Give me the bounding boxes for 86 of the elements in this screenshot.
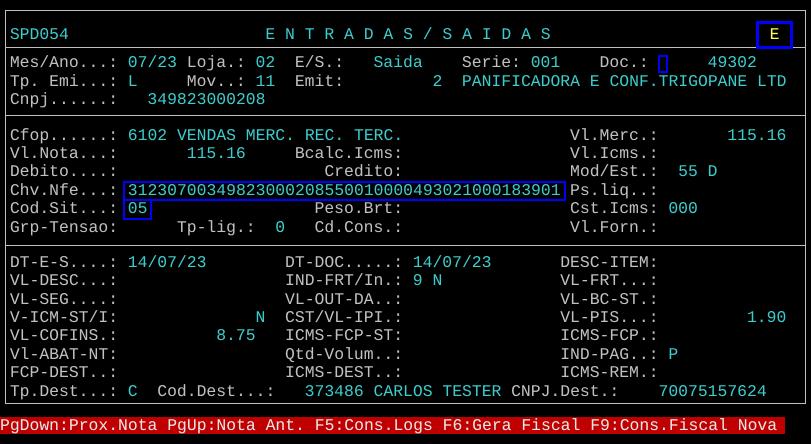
field-label: Mov..: xyxy=(186,72,246,92)
field-value: 001 xyxy=(530,54,560,73)
field-label: Chv.Nfe...: xyxy=(10,182,118,200)
key-hint: PgDown:Prox.Nota xyxy=(0,417,158,434)
field-label: ICMS-FCP.: xyxy=(560,327,659,346)
field-label: Vl-ABAT-NT: xyxy=(10,346,118,364)
field-label: Peso.Brt: xyxy=(314,200,404,219)
field-label: IND-FRT/In.: xyxy=(285,272,404,291)
field-value: 55 D xyxy=(678,163,718,182)
field-value: PANIFICADORA E CONF.TRIGOPANE LTD xyxy=(462,72,787,92)
field-value: 115.16 xyxy=(186,144,246,164)
field-value: 31230700349823000208550010000493021000183901 xyxy=(122,180,566,202)
field-value: C xyxy=(128,382,138,402)
field-value: 11 xyxy=(256,72,276,92)
field-label: Vl.Icms.: xyxy=(570,144,659,164)
field-label: Cd.Cons.: xyxy=(314,218,404,237)
field-value: 02 xyxy=(256,54,276,73)
field-label: VL-COFINS.: xyxy=(10,327,118,346)
key-hint: F5:Cons.Logs xyxy=(314,417,433,434)
field-label: VL-BC-ST.: xyxy=(560,290,659,310)
field-label: VL-PIS...: xyxy=(560,309,659,328)
field-label: ICMS-REM.: xyxy=(560,364,659,383)
key-hint: PgUp:Nota Ant. xyxy=(167,417,305,434)
field-label: Vl.Nota...: xyxy=(10,144,118,164)
field-value: 2 xyxy=(432,72,442,92)
field-label: VL-OUT-DA..: xyxy=(285,290,404,310)
field-label: Tp. Emi...: xyxy=(10,72,118,92)
field-value: 115.16 xyxy=(727,126,786,145)
field-value: 70075157624 xyxy=(658,382,767,402)
field-value: P xyxy=(668,346,678,364)
field-label: VL-DESC...: xyxy=(10,272,118,291)
field-value: 000 xyxy=(668,200,698,219)
field-label: Grp-Tensao: xyxy=(10,218,118,237)
field-label: Tp.Dest...: xyxy=(10,382,118,402)
field-label: V-ICM-ST/I: xyxy=(10,309,118,328)
field-label: Cod.Sit...: xyxy=(10,200,118,219)
field-label: Serie: xyxy=(462,54,521,73)
field-value: 6102 VENDAS MERC. REC. TERC. xyxy=(128,126,404,145)
field-label: VL-SEG....: xyxy=(10,290,118,310)
field-label: VL-FRT...: xyxy=(560,272,659,291)
program-code: SPD054 xyxy=(10,26,69,44)
field-label: Emit: xyxy=(294,72,344,92)
field-label: IND-PAG..: xyxy=(560,346,659,364)
field-label: Loja.: xyxy=(186,54,246,73)
field-value: 9 N xyxy=(412,272,442,291)
mode-indicator: E xyxy=(756,21,794,49)
field-label: FCP-DEST..: xyxy=(10,364,118,383)
field-label: ICMS-FCP-ST: xyxy=(285,327,404,346)
field-label: Bcalc.Icms: xyxy=(294,144,404,164)
field-label: Ps.liq..: xyxy=(570,182,659,200)
field-label: CST/VL-IPI.: xyxy=(285,309,404,328)
field-label: DT-DOC.....: xyxy=(285,254,404,272)
key-hint: F9:Cons.Fiscal Nova xyxy=(590,417,778,434)
field-label: DESC-ITEM: xyxy=(560,254,659,272)
field-label: Cfop......: xyxy=(10,126,118,145)
field-value: L xyxy=(128,72,138,92)
field-label: E/S.: xyxy=(294,54,344,73)
field-value: 05 xyxy=(122,199,152,220)
key-hint: F6:Gera Fiscal xyxy=(442,417,580,434)
field-value: 349823000208 xyxy=(147,91,266,110)
field-label: CNPJ.Dest.: xyxy=(511,382,620,402)
field-value: N xyxy=(256,309,266,328)
field-label: Qtd-Volum..: xyxy=(285,346,404,364)
field-label: Cod.Dest...: xyxy=(157,382,276,402)
field-value: 14/07/23 xyxy=(412,254,492,272)
field-label: Tp-lig.: xyxy=(176,218,256,237)
field-label: Mod/Est.: xyxy=(570,163,659,182)
field-label: Doc.: xyxy=(600,54,649,73)
screen-title: E N T R A D A S / S A I D A S xyxy=(265,26,551,44)
field-label: Vl.Merc.: xyxy=(570,126,659,145)
field-value: 373486 CARLOS TESTER xyxy=(304,382,502,402)
field-label: Credito: xyxy=(324,163,404,182)
field-value: 07/23 xyxy=(128,54,177,73)
field-label: DT-E-S....: xyxy=(10,254,118,272)
field-value: 49302 xyxy=(708,54,757,73)
field-value: Saida xyxy=(373,54,423,73)
field-label: Cst.Icms: xyxy=(570,200,659,219)
field-label: ICMS-DEST..: xyxy=(285,364,404,383)
field-value: 14/07/23 xyxy=(128,254,206,272)
field-label: Mes/Ano...: xyxy=(10,54,118,73)
field-label: Cnpj......: xyxy=(10,91,118,110)
field-label: Vl.Forn.: xyxy=(570,218,659,237)
field-label: Debito....: xyxy=(10,163,118,182)
field-value: 1.90 xyxy=(746,309,786,328)
field-value: 8.75 xyxy=(216,327,256,346)
field-value: 0 xyxy=(275,218,286,237)
